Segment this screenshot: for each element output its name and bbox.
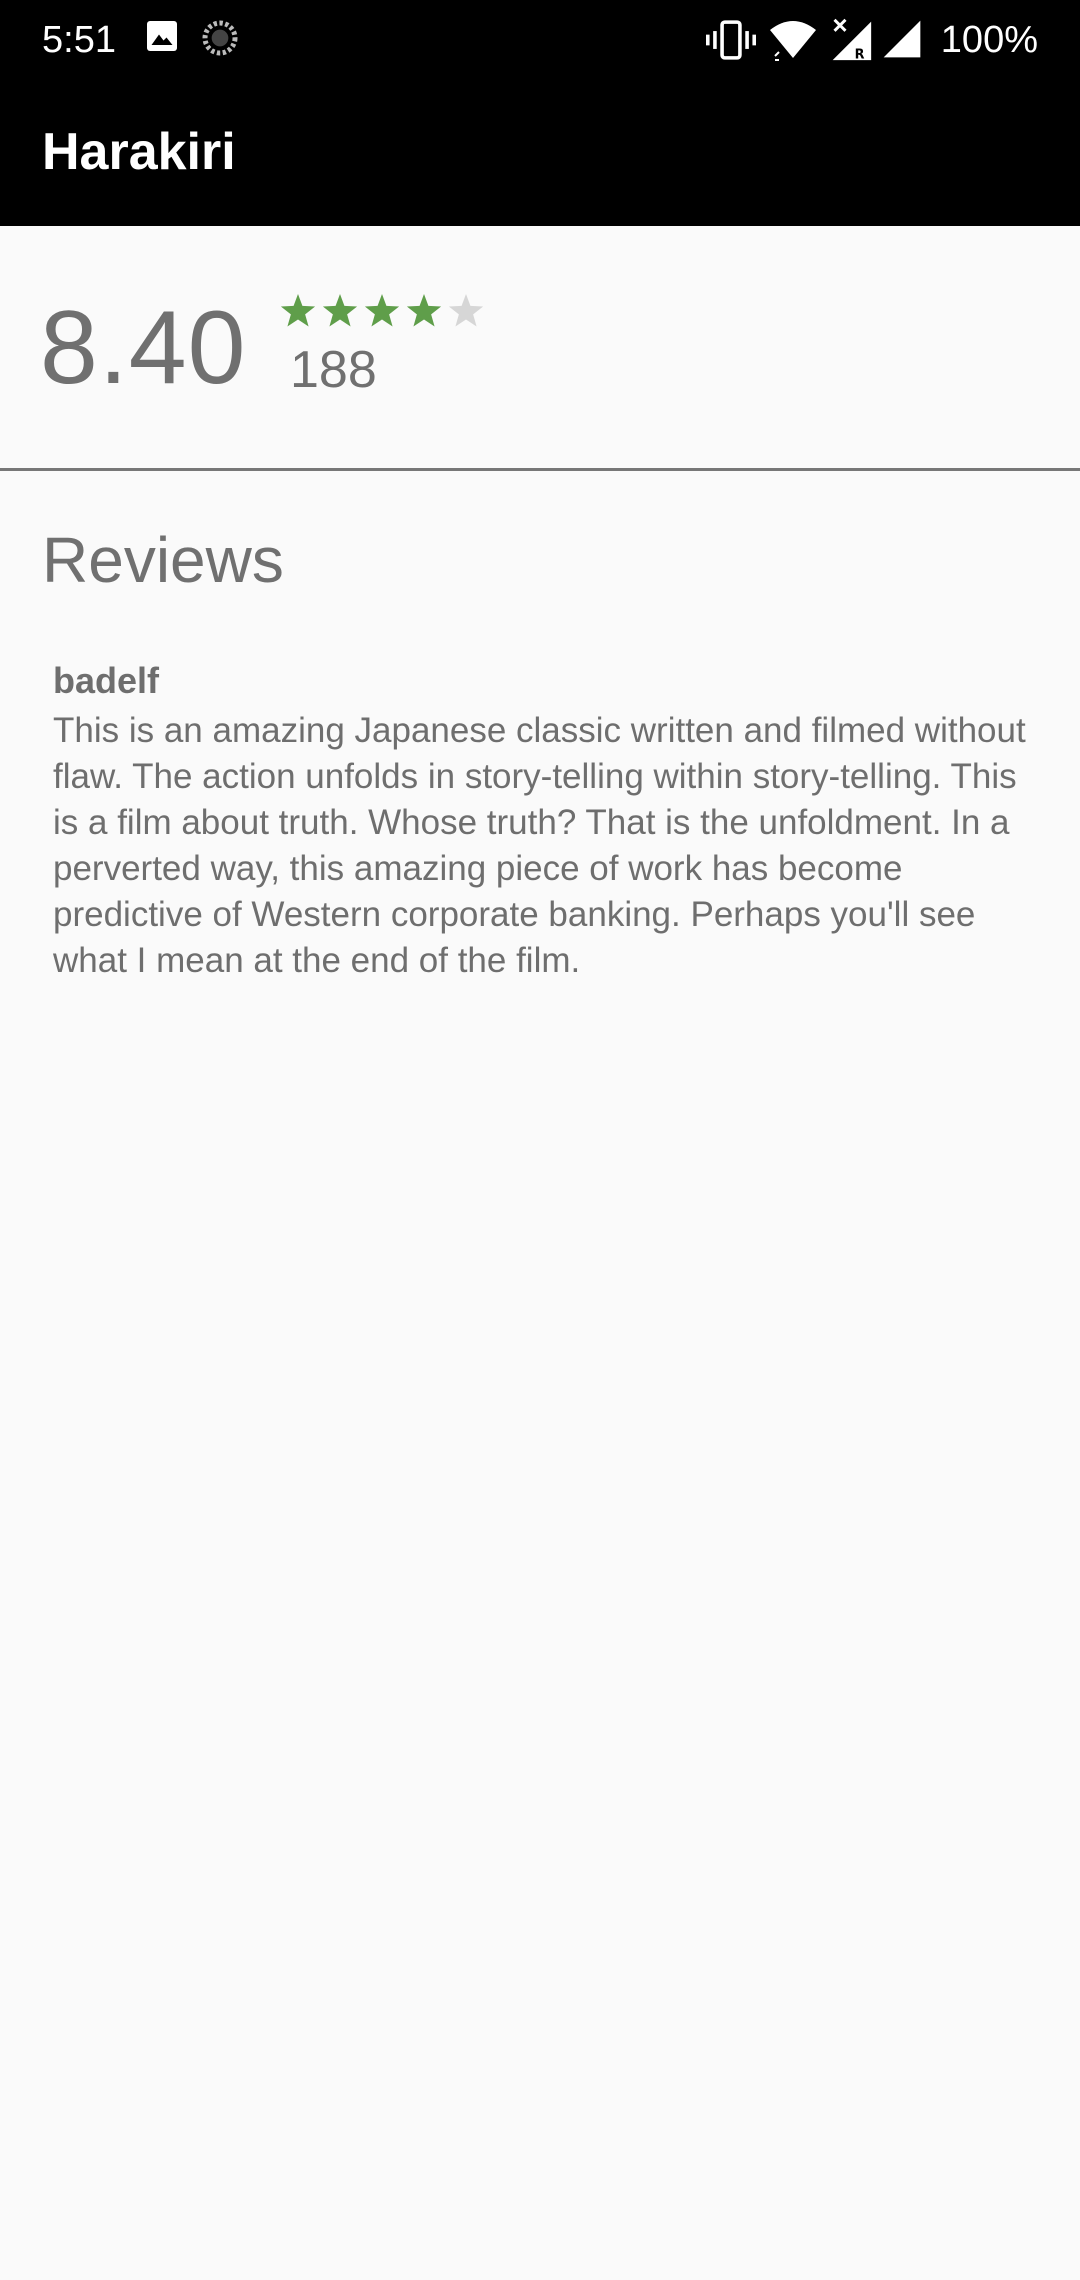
review-author: badelf [53,660,160,701]
star-rating [280,294,484,327]
svg-text:R: R [855,47,865,62]
star-empty-icon [448,294,484,327]
image-icon [147,21,177,51]
review-item: badelf This is an amazing Japanese class… [53,656,1043,984]
review-text: This is an amazing Japanese classic writ… [53,711,1026,980]
battery-percent: 100% [940,19,1038,61]
reviews-heading: Reviews [42,524,284,596]
sync-icon [202,20,238,56]
rating-count: 188 [290,341,377,399]
divider [0,468,1080,471]
app-bar: Harakiri [0,80,1080,226]
rating-summary: 8.40 188 [0,226,1080,470]
star-filled-icon [280,294,316,327]
vibrate-icon [706,20,756,60]
star-filled-icon [364,294,400,327]
star-filled-icon [322,294,358,327]
wifi-icon [770,21,816,61]
signal-icon [883,20,921,58]
status-bar: 5:51 R 100% [0,0,1080,80]
page-title: Harakiri [42,123,236,181]
star-filled-icon [406,294,442,327]
signal-roaming-icon: R [832,18,872,62]
status-time: 5:51 [42,19,116,61]
rating-score: 8.40 [40,290,247,406]
